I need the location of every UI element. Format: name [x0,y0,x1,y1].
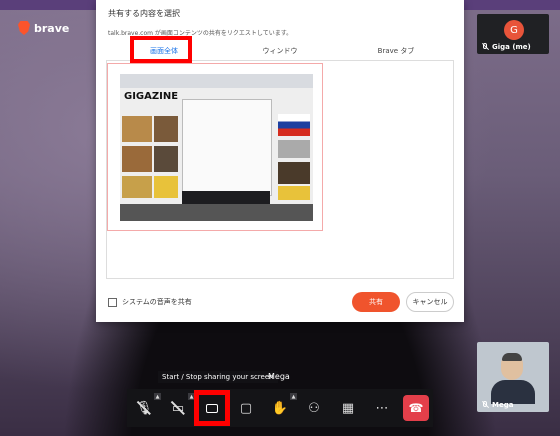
mic-options-chevron-icon[interactable]: ▲ [154,393,161,400]
participant-name: Mega [481,401,513,409]
camera-toggle-button[interactable]: ▭ ▲ [165,393,195,421]
participant-tile-mega[interactable]: Mega [477,342,549,412]
camera-icon: ▭ [171,400,185,416]
chat-button[interactable]: ▢ [233,395,259,421]
share-picker-dialog: 共有する内容を選択 talk.brave.com が画面コンテンツの共有をリクエ… [96,0,464,322]
system-audio-checkbox[interactable] [108,298,117,307]
more-icon: ⋯ [375,400,389,416]
phone-hangup-icon: ☎ [403,395,429,421]
participant-name-label: Mega [492,401,514,409]
tooltip: Start / Stop sharing your screen [158,371,278,383]
tile-view-button[interactable]: ▦ [335,395,361,421]
camera-options-chevron-icon[interactable]: ▲ [188,393,195,400]
source-panel: GIGAZINE [106,61,454,279]
share-button[interactable]: 共有 [352,292,400,312]
mic-toggle-button[interactable]: 🎙 ▲ [131,393,161,421]
participants-button[interactable]: ⚇ [301,395,327,421]
screen-preview: GIGAZINE [120,74,313,221]
avatar: G [504,20,524,40]
mic-off-icon [481,43,489,51]
system-audio-label: システムの音声を共有 [122,298,192,306]
hangup-button[interactable]: ☎ [403,395,429,421]
dialog-title: 共有する内容を選択 [108,9,180,18]
highlight-box [130,36,192,63]
tab-window[interactable]: ウィンドウ [222,42,338,60]
screen-thumbnail[interactable]: GIGAZINE [107,63,323,231]
call-toolbar: 🎙 ▲ ▭ ▲ ▢ ✋ ▲ ⚇ ▦ ⋯ ☎ [127,389,433,427]
more-options-button[interactable]: ⋯ [369,395,395,421]
reactions-chevron-icon[interactable]: ▲ [290,393,297,400]
brave-logo: brave [18,21,69,35]
tab-brave-tab[interactable]: Brave タブ [338,42,454,60]
participant-tile-self[interactable]: G Giga (me) [477,14,549,54]
thumbnail-logo: GIGAZINE [124,91,179,102]
brave-lion-icon [18,21,30,35]
participant-name-label: Giga (me) [492,43,531,51]
hand-icon: ✋ [271,400,289,416]
screen-share-icon [206,403,218,413]
mic-icon: 🎙 [135,400,153,416]
chat-icon: ▢ [239,400,253,416]
participants-icon: ⚇ [308,400,320,416]
brave-logo-text: brave [34,21,70,35]
speaker-label: Mega [268,372,290,381]
mic-off-icon [481,401,489,409]
cancel-button[interactable]: キャンセル [406,292,454,312]
raise-hand-button[interactable]: ✋ ▲ [267,393,297,421]
participant-name: Giga (me) [481,43,531,51]
grid-icon: ▦ [341,400,355,416]
screen-share-button[interactable] [194,390,230,426]
participant-video [491,352,535,404]
